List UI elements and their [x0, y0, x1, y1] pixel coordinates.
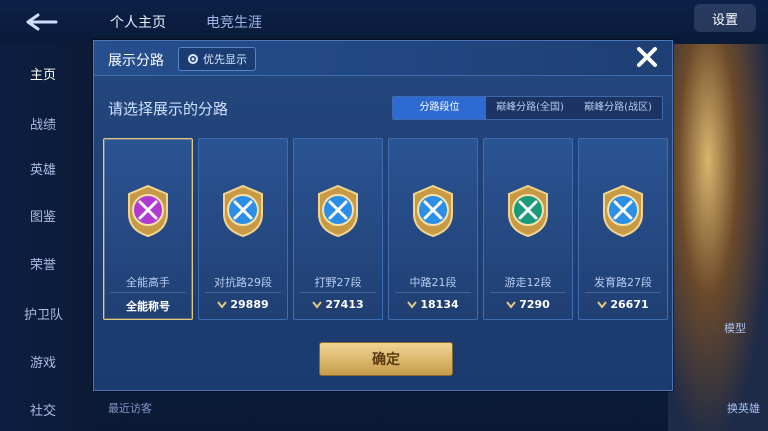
lane-card-divider	[110, 292, 186, 293]
lane-card[interactable]: 游走12段 7290	[483, 138, 573, 320]
lane-card-value-text: 18134	[420, 298, 459, 311]
lane-card-value: 18134	[389, 298, 477, 311]
lane-display-modal: 展示分路 优先显示 请选择展示的分路 分路段位 巅峰分路(全国) 巅峰分路(战区…	[93, 40, 673, 391]
lane-card-divider	[490, 292, 566, 293]
lane-card-name: 游走12段	[504, 276, 552, 289]
nav-item-stats[interactable]: 战绩	[30, 114, 56, 133]
priority-display-label: 优先显示	[203, 53, 247, 66]
farm-lane-emblem-icon	[603, 184, 643, 238]
tab-lane-rank[interactable]: 分路段位	[393, 97, 486, 119]
lane-card-divider	[395, 292, 471, 293]
recent-visitors-label: 最近访客	[108, 402, 152, 415]
lane-card-divider	[205, 292, 281, 293]
side-nav: 主页 战绩 英雄 图鉴 荣誉 护卫队 游戏 社交	[0, 44, 92, 431]
lane-card-name: 对抗路29段	[214, 276, 272, 289]
lane-card-name: 全能高手	[126, 276, 170, 289]
lane-card-value: 全能称号	[104, 298, 192, 314]
nav-item-home[interactable]: 主页	[30, 64, 56, 83]
rank-points-icon	[506, 301, 516, 309]
modal-header: 展示分路 优先显示	[94, 41, 672, 76]
tab-peak-region[interactable]: 巅峰分路(战区)	[574, 97, 662, 119]
lane-card[interactable]: 全能高手 全能称号	[103, 138, 193, 320]
lane-card-value-text: 全能称号	[126, 300, 170, 313]
settings-button[interactable]: 设置	[694, 4, 756, 32]
all-rounder-emblem-icon	[128, 184, 168, 238]
lane-card-divider	[585, 292, 661, 293]
gear-icon	[188, 54, 198, 64]
lane-card[interactable]: 中路21段 18134	[388, 138, 478, 320]
lane-tabs: 分路段位 巅峰分路(全国) 巅峰分路(战区)	[392, 96, 663, 120]
jungle-emblem-icon	[318, 184, 358, 238]
nav-item-social[interactable]: 社交	[30, 400, 56, 419]
lane-card[interactable]: 发育路27段 26671	[578, 138, 668, 320]
close-icon[interactable]	[630, 43, 664, 73]
hero-portrait	[668, 44, 768, 431]
tab-esports[interactable]: 电竞生涯	[206, 12, 262, 32]
tab-peak-national[interactable]: 巅峰分路(全国)	[486, 97, 574, 119]
rank-points-icon	[312, 301, 323, 309]
nav-item-gallery[interactable]: 图鉴	[30, 206, 56, 225]
mid-lane-emblem-icon	[413, 184, 453, 238]
change-hero-label[interactable]: 换英雄	[727, 400, 760, 416]
nav-item-game[interactable]: 游戏	[30, 352, 56, 371]
modal-title: 展示分路	[108, 53, 164, 69]
lane-card-value: 26671	[579, 298, 667, 311]
lane-card-name: 中路21段	[409, 276, 457, 289]
lane-card-value-text: 7290	[519, 298, 550, 311]
rank-points-icon	[407, 301, 418, 309]
lane-card-value-text: 27413	[325, 298, 364, 311]
confirm-button[interactable]: 确定	[319, 342, 453, 376]
lane-card-value: 29889	[199, 298, 287, 311]
lane-card-value-text: 29889	[230, 298, 269, 311]
roam-emblem-icon	[508, 184, 548, 238]
lane-card-value-text: 26671	[610, 298, 649, 311]
lane-card-value: 7290	[484, 298, 572, 311]
priority-display-button[interactable]: 优先显示	[178, 47, 256, 71]
back-arrow-icon[interactable]	[22, 12, 62, 32]
lane-card-name: 发育路27段	[594, 276, 652, 289]
rank-points-icon	[597, 301, 608, 309]
lane-card-divider	[300, 292, 376, 293]
model-label[interactable]: 模型	[724, 320, 746, 336]
clash-lane-emblem-icon	[223, 184, 263, 238]
lane-card[interactable]: 打野27段 27413	[293, 138, 383, 320]
nav-item-heroes[interactable]: 英雄	[30, 159, 56, 178]
rank-points-icon	[217, 301, 228, 309]
modal-subtitle: 请选择展示的分路	[108, 100, 229, 118]
nav-item-honor[interactable]: 荣誉	[30, 254, 56, 273]
lane-card-name: 打野27段	[314, 276, 362, 289]
lane-card[interactable]: 对抗路29段 29889	[198, 138, 288, 320]
lane-cards: 全能高手 全能称号 对抗路29段 29889 打野27段 27413 中路21段 18134 游…	[103, 138, 668, 320]
top-bar: 个人主页 电竞生涯 设置	[0, 0, 768, 45]
nav-item-guard[interactable]: 护卫队	[24, 304, 63, 323]
lane-card-value: 27413	[294, 298, 382, 311]
tab-profile[interactable]: 个人主页	[110, 12, 166, 32]
